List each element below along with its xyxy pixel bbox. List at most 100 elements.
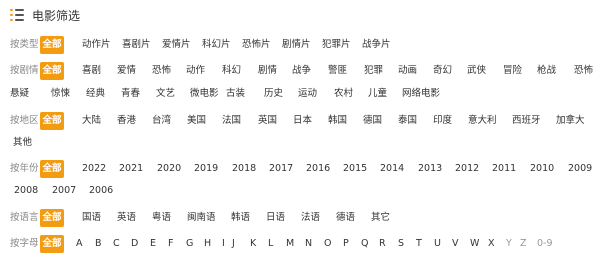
plot-option[interactable]: 历史 [264, 85, 283, 103]
year-option[interactable]: 2011 [492, 160, 516, 178]
year-option[interactable]: 2010 [530, 160, 554, 178]
plot-option[interactable]: 枪战 [537, 62, 556, 80]
letter-option[interactable]: H [204, 235, 211, 253]
filter-option-all[interactable]: 全部 [40, 209, 64, 227]
plot-option[interactable]: 恐怖 [574, 62, 593, 80]
region-option[interactable]: 意大利 [468, 112, 497, 130]
year-option[interactable]: 2009 [568, 160, 592, 178]
region-option[interactable]: 法国 [222, 112, 241, 130]
letter-option[interactable]: X [488, 235, 495, 253]
region-option[interactable]: 其他 [13, 134, 32, 152]
filter-option-all[interactable]: 全部 [40, 160, 64, 178]
region-option[interactable]: 德国 [363, 112, 382, 130]
plot-option[interactable]: 网络电影 [402, 85, 440, 103]
plot-option[interactable]: 剧情 [258, 62, 277, 80]
plot-option[interactable]: 犯罪 [364, 62, 383, 80]
plot-option[interactable]: 悬疑 [10, 85, 29, 103]
year-option[interactable]: 2012 [455, 160, 479, 178]
letter-option[interactable]: N [305, 235, 312, 253]
letter-option[interactable]: 0-9 [537, 235, 553, 253]
year-option[interactable]: 2016 [306, 160, 330, 178]
type-option[interactable]: 剧情片 [282, 36, 311, 54]
letter-option[interactable]: R [379, 235, 386, 253]
plot-option[interactable]: 文艺 [156, 85, 175, 103]
letter-option[interactable]: L [268, 235, 273, 253]
language-option[interactable]: 英语 [117, 209, 136, 227]
year-option[interactable]: 2017 [269, 160, 293, 178]
plot-option[interactable]: 儿童 [368, 85, 387, 103]
type-option[interactable]: 恐怖片 [242, 36, 271, 54]
plot-option[interactable]: 农村 [334, 85, 353, 103]
plot-option[interactable]: 动作 [186, 62, 205, 80]
region-option[interactable]: 英国 [258, 112, 277, 130]
plot-option[interactable]: 古装 [226, 85, 245, 103]
region-option[interactable]: 台湾 [152, 112, 171, 130]
language-option[interactable]: 粤语 [152, 209, 171, 227]
letter-option[interactable]: Y [506, 235, 512, 253]
year-option[interactable]: 2008 [14, 182, 38, 200]
letter-option[interactable]: P [343, 235, 349, 253]
region-option[interactable]: 美国 [187, 112, 206, 130]
language-option[interactable]: 闽南语 [187, 209, 216, 227]
region-option[interactable]: 韩国 [328, 112, 347, 130]
region-option[interactable]: 香港 [117, 112, 136, 130]
type-option[interactable]: 科幻片 [202, 36, 231, 54]
year-option[interactable]: 2006 [89, 182, 113, 200]
year-option[interactable]: 2018 [232, 160, 256, 178]
filter-option-all[interactable]: 全部 [40, 112, 64, 130]
letter-option[interactable]: A [76, 235, 83, 253]
type-option[interactable]: 喜剧片 [122, 36, 151, 54]
plot-option[interactable]: 爱情 [117, 62, 136, 80]
plot-option[interactable]: 奇幻 [433, 62, 452, 80]
year-option[interactable]: 2020 [157, 160, 181, 178]
plot-option[interactable]: 运动 [298, 85, 317, 103]
year-option[interactable]: 2015 [343, 160, 367, 178]
plot-option[interactable]: 经典 [86, 85, 105, 103]
letter-option[interactable]: W [470, 235, 479, 253]
region-option[interactable]: 大陆 [82, 112, 101, 130]
letter-option[interactable]: B [95, 235, 102, 253]
letter-option[interactable]: S [398, 235, 404, 253]
plot-option[interactable]: 青春 [121, 85, 140, 103]
language-option[interactable]: 其它 [371, 209, 390, 227]
letter-option[interactable]: I [222, 235, 225, 253]
plot-option[interactable]: 警匪 [328, 62, 347, 80]
region-option[interactable]: 日本 [293, 112, 312, 130]
type-option[interactable]: 动作片 [82, 36, 111, 54]
plot-option[interactable]: 微电影 [190, 85, 219, 103]
letter-option[interactable]: G [186, 235, 193, 253]
region-option[interactable]: 泰国 [398, 112, 417, 130]
filter-option-all[interactable]: 全部 [40, 62, 64, 80]
type-option[interactable]: 战争片 [362, 36, 391, 54]
plot-option[interactable]: 冒险 [503, 62, 522, 80]
language-option[interactable]: 德语 [336, 209, 355, 227]
letter-option[interactable]: Z [520, 235, 527, 253]
region-option[interactable]: 加拿大 [556, 112, 585, 130]
letter-option[interactable]: K [250, 235, 256, 253]
letter-option[interactable]: V [452, 235, 459, 253]
language-option[interactable]: 国语 [82, 209, 101, 227]
plot-option[interactable]: 恐怖 [152, 62, 171, 80]
letter-option[interactable]: U [434, 235, 441, 253]
plot-option[interactable]: 动画 [398, 62, 417, 80]
letter-option[interactable]: Q [361, 235, 368, 253]
plot-option[interactable]: 喜剧 [82, 62, 101, 80]
plot-option[interactable]: 惊悚 [51, 85, 70, 103]
plot-option[interactable]: 科幻 [222, 62, 241, 80]
year-option[interactable]: 2022 [82, 160, 106, 178]
year-option[interactable]: 2013 [418, 160, 442, 178]
year-option[interactable]: 2014 [380, 160, 404, 178]
plot-option[interactable]: 武侠 [467, 62, 486, 80]
letter-option[interactable]: C [113, 235, 120, 253]
filter-option-all[interactable]: 全部 [40, 235, 64, 253]
region-option[interactable]: 西班牙 [512, 112, 541, 130]
year-option[interactable]: 2019 [194, 160, 218, 178]
year-option[interactable]: 2007 [52, 182, 76, 200]
letter-option[interactable]: M [286, 235, 294, 253]
language-option[interactable]: 日语 [266, 209, 285, 227]
type-option[interactable]: 爱情片 [162, 36, 191, 54]
letter-option[interactable]: E [150, 235, 156, 253]
letter-option[interactable]: F [168, 235, 173, 253]
type-option[interactable]: 犯罪片 [322, 36, 351, 54]
language-option[interactable]: 韩语 [231, 209, 250, 227]
